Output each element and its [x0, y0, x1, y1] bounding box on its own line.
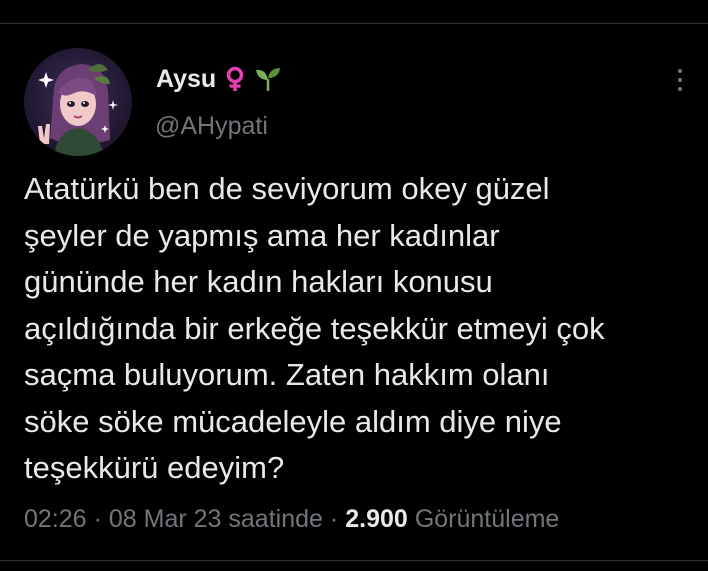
- meta-separator: ·: [329, 504, 339, 533]
- female-sign-icon: [222, 66, 248, 92]
- more-dot: [678, 78, 682, 82]
- tweet-text: Atatürkü ben de seviyorum okey güzel şey…: [24, 171, 605, 485]
- more-vertical-icon[interactable]: [666, 64, 694, 96]
- views-count: 2.900: [345, 504, 408, 533]
- views-label: Görüntüleme: [414, 504, 560, 533]
- author-handle[interactable]: @AHypati: [155, 112, 268, 141]
- seedling-icon: [254, 66, 281, 92]
- meta-separator: ·: [93, 504, 102, 533]
- author-display-name[interactable]: Aysu: [156, 65, 216, 94]
- tweet-date[interactable]: 08 Mar 23 saatinde: [109, 505, 323, 534]
- avatar-illustration: [24, 48, 132, 156]
- author-name-row: Aysu: [156, 62, 281, 96]
- top-divider: [0, 23, 708, 24]
- tweet-time[interactable]: 02:26: [24, 505, 87, 534]
- tweet-meta: 02:26 · 08 Mar 23 saatinde · 2.900 Görün…: [24, 501, 559, 537]
- bottom-divider: [0, 560, 708, 561]
- more-dot: [678, 87, 682, 91]
- more-dot: [678, 69, 682, 73]
- avatar[interactable]: [24, 48, 132, 156]
